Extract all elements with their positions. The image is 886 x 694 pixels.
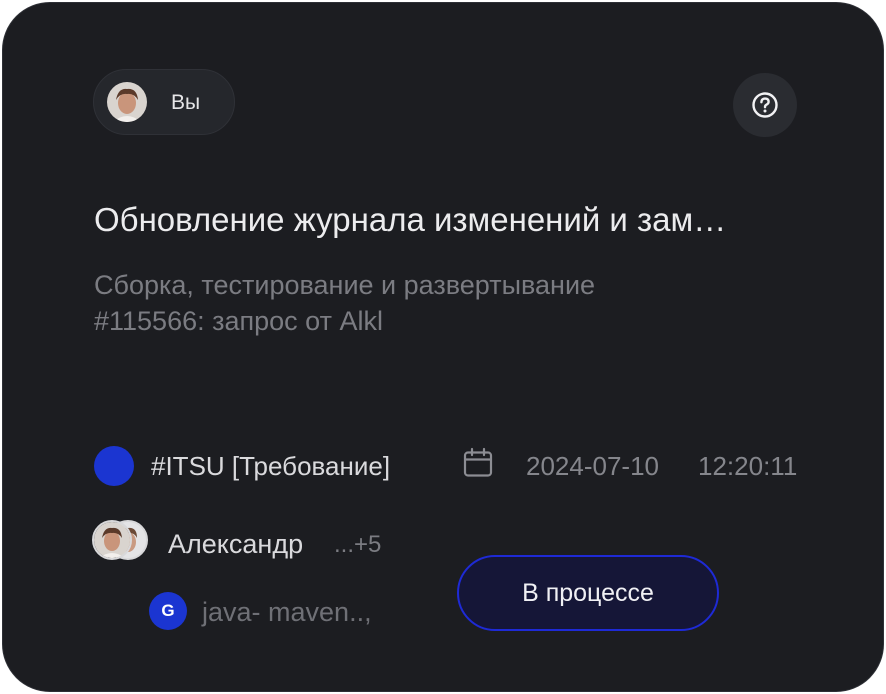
due-time: 12:20:11 — [698, 451, 798, 481]
status-button[interactable]: В процессе — [457, 555, 719, 631]
help-button[interactable] — [733, 73, 797, 137]
assignee-more-count[interactable]: ...+5 — [334, 530, 381, 560]
assignee-name[interactable]: Александр — [168, 528, 303, 560]
current-user-chip[interactable]: Вы — [93, 69, 235, 135]
due-date: 2024-07-10 — [526, 451, 659, 481]
calendar-icon — [463, 447, 493, 477]
tag-color-dot — [94, 446, 134, 486]
assignee-avatar — [92, 520, 132, 560]
tag-label[interactable]: #ITSU [Требование] — [151, 450, 390, 482]
task-description: Сборка, тестирование и развертывание #11… — [94, 267, 714, 339]
task-title[interactable]: Обновление журнала изменений и зам… — [94, 199, 794, 241]
task-description-line-2: #115566: запрос от Alkl — [94, 306, 383, 336]
user-name: Вы — [171, 91, 201, 114]
task-card[interactable]: Вы Обновление журнала изменений и зам… С… — [2, 2, 884, 692]
question-circle-icon — [752, 92, 778, 118]
user-avatar — [107, 82, 147, 122]
task-description-line-1: Сборка, тестирование и развертывание — [94, 270, 596, 300]
repo-name[interactable]: java- maven.., — [202, 596, 372, 628]
repo-badge: G — [149, 592, 187, 630]
